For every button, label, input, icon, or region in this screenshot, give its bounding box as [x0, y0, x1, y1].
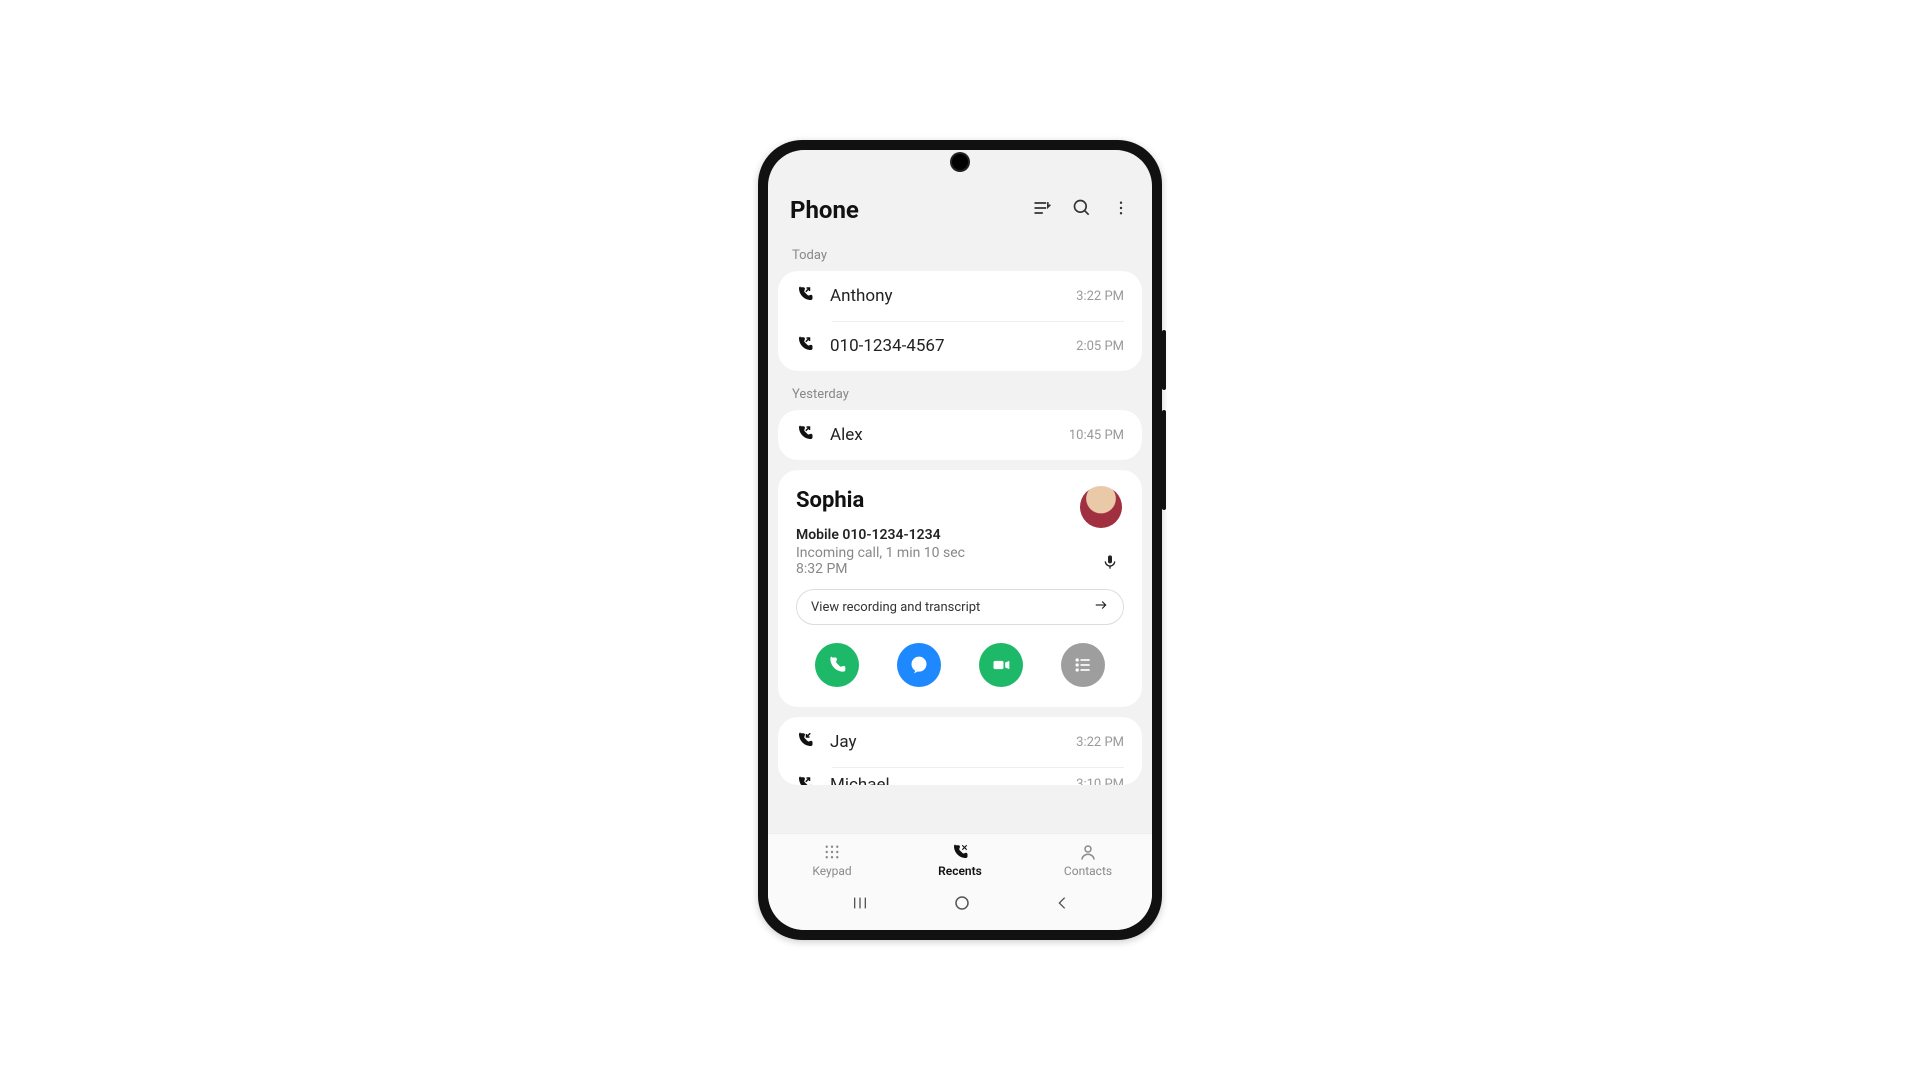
contacts-icon — [1024, 842, 1152, 862]
call-timestamp: 3:22 PM — [1076, 735, 1124, 750]
call-timestamp: 2:05 PM — [1076, 339, 1124, 354]
expanded-contact-name: Sophia — [796, 488, 1124, 513]
call-row[interactable]: Jay 3:22 PM — [778, 717, 1142, 767]
recent-apps-button[interactable] — [850, 895, 870, 915]
microphone-icon — [1102, 552, 1118, 576]
outgoing-call-icon — [796, 335, 814, 357]
today-card: Anthony 3:22 PM 010-1234-4567 2:05 PM — [778, 271, 1142, 371]
nav-keypad[interactable]: Keypad — [768, 834, 896, 884]
nav-label: Recents — [938, 864, 982, 878]
bottom-nav: Keypad Recents Contacts — [768, 833, 1152, 884]
call-duration: Incoming call, 1 min 10 sec — [796, 545, 1124, 561]
front-camera — [952, 154, 968, 170]
header-actions — [1032, 198, 1130, 222]
screen: Phone Today Anthony — [768, 150, 1152, 930]
section-yesterday: Yesterday — [778, 379, 1142, 410]
transcript-button-label: View recording and transcript — [811, 600, 980, 615]
call-timestamp: 3:22 PM — [1076, 289, 1124, 304]
page-title: Phone — [790, 196, 859, 224]
video-call-button[interactable] — [979, 643, 1023, 687]
call-time: 8:32 PM — [796, 561, 1124, 577]
contact-phone: Mobile 010-1234-1234 — [796, 527, 1124, 543]
call-name: 010-1234-4567 — [830, 336, 1060, 356]
recents-icon — [896, 842, 1024, 862]
call-row[interactable]: Alex 10:45 PM — [778, 410, 1142, 460]
nav-label: Keypad — [812, 864, 851, 878]
call-button[interactable] — [815, 643, 859, 687]
call-name: Jay — [830, 732, 1060, 752]
nav-label: Contacts — [1064, 864, 1112, 878]
outgoing-call-icon — [796, 775, 814, 785]
yesterday-card: Alex 10:45 PM — [778, 410, 1142, 460]
message-button[interactable] — [897, 643, 941, 687]
call-name: Anthony — [830, 286, 1060, 306]
call-row[interactable]: Michael 3:10 PM — [778, 767, 1142, 785]
call-row[interactable]: Anthony 3:22 PM — [778, 271, 1142, 321]
section-today: Today — [778, 240, 1142, 271]
nav-contacts[interactable]: Contacts — [1024, 834, 1152, 884]
more-calls-card: Jay 3:22 PM Michael 3:10 PM — [778, 717, 1142, 785]
phone-device-frame: Phone Today Anthony — [758, 140, 1162, 940]
expanded-call-card: Sophia Mobile 010-1234-1234 Incoming cal… — [778, 470, 1142, 707]
outgoing-call-icon — [796, 285, 814, 307]
details-button[interactable] — [1061, 643, 1105, 687]
call-name: Michael — [830, 767, 1060, 785]
arrow-right-icon — [1093, 598, 1109, 616]
more-icon[interactable] — [1112, 198, 1130, 222]
outgoing-call-icon — [796, 424, 814, 446]
view-transcript-button[interactable]: View recording and transcript — [796, 589, 1124, 625]
home-button[interactable] — [953, 894, 971, 916]
system-nav-bar — [768, 884, 1152, 930]
call-timestamp: 10:45 PM — [1069, 428, 1124, 443]
nav-recents[interactable]: Recents — [896, 834, 1024, 884]
call-row[interactable]: 010-1234-4567 2:05 PM — [778, 321, 1142, 371]
call-timestamp: 3:10 PM — [1076, 767, 1124, 785]
search-icon[interactable] — [1072, 198, 1092, 222]
call-name: Alex — [830, 425, 1053, 445]
quick-actions — [796, 643, 1124, 687]
filter-icon[interactable] — [1032, 198, 1052, 222]
keypad-icon — [768, 842, 896, 862]
incoming-call-icon — [796, 731, 814, 753]
call-log-scroll[interactable]: Today Anthony 3:22 PM 010-1234-4567 2:05… — [768, 240, 1152, 833]
back-button[interactable] — [1054, 894, 1070, 916]
contact-avatar[interactable] — [1080, 486, 1122, 528]
